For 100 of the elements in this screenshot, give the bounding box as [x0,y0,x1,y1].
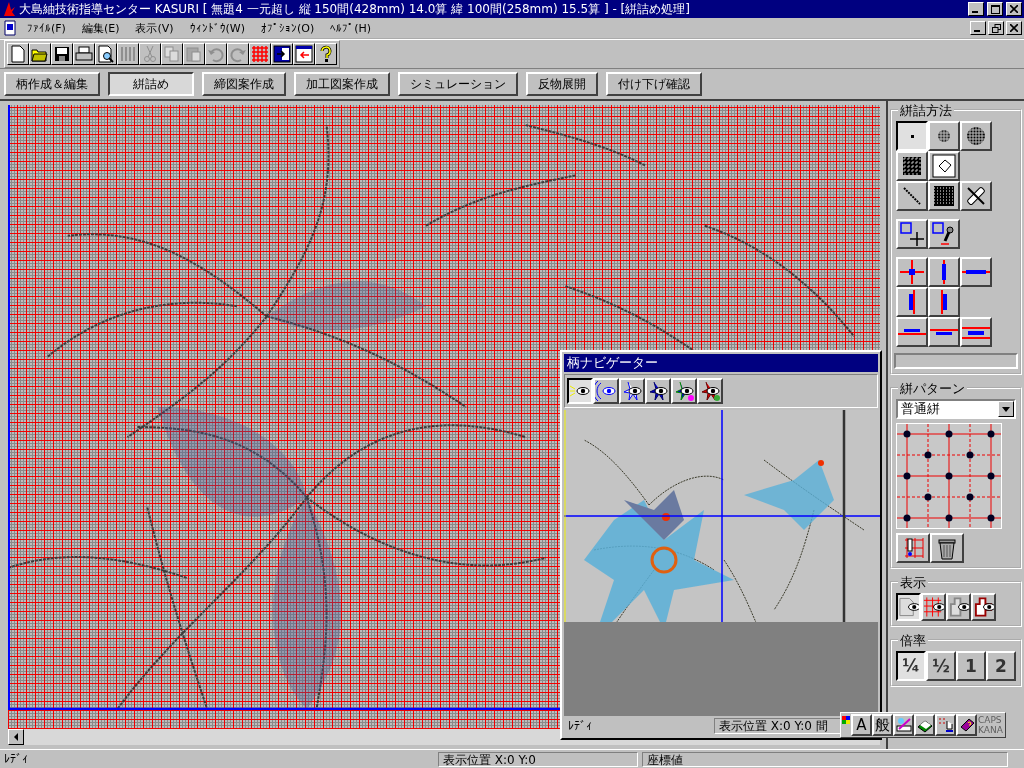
toolbar-button[interactable] [95,43,117,65]
menu-item[interactable]: ｵﾌﾟｼｮﾝ(O) [254,21,322,35]
kana-indicator: KANA [978,725,1003,735]
dropdown-button[interactable] [998,401,1014,417]
zoom-button[interactable]: ¼ [896,651,926,681]
group-title: 絣詰方法 [898,102,954,120]
maximize-icon [990,4,1000,14]
menu-item[interactable]: ｳｨﾝﾄﾞｳ(W) [182,21,253,35]
flower-eye-icon [621,380,643,402]
undo-arrow-icon [207,45,225,63]
menu-item[interactable]: ﾍﾙﾌﾟ(H) [323,21,379,35]
copy-icon [163,45,181,63]
group-title: 倍率 [898,632,928,650]
grid-eye-icon [923,596,944,618]
document-menu-icon [2,20,18,36]
toolbar-button[interactable] [73,43,95,65]
caps-indicator: CAPS [978,715,1003,725]
toolbar-button[interactable] [51,43,73,65]
scroll-left-button[interactable] [8,729,24,745]
frame-move-icon [900,222,924,246]
scissors-icon [141,45,159,63]
vertical-bar-icon [909,290,915,314]
mode-tab[interactable]: 絣詰め [108,72,194,96]
toolbar-button[interactable] [315,43,337,65]
horizontal-bar-icon [962,269,990,275]
flower-eye-icon [647,380,669,402]
outline-eye-icon [948,596,969,618]
navigator-status-text: ﾚﾃﾞｨ [568,719,592,733]
pattern-edit-button[interactable] [896,533,930,563]
minimize-button[interactable] [968,2,984,16]
mode-tab[interactable]: 柄作成＆編集 [4,72,100,96]
grid-icon [251,45,269,63]
close-button[interactable] [1006,21,1022,35]
mode-tab[interactable]: 付け下げ確認 [606,72,702,96]
export-window-icon [295,45,313,63]
restore-button[interactable] [988,21,1004,35]
dotted-circle-icon [964,124,988,148]
menu-item[interactable]: 編集(E) [74,20,127,36]
checker-icon [900,154,924,178]
toolbar-button[interactable] [249,43,271,65]
group-title: 絣パターン [898,380,967,398]
pen-icon [895,717,912,733]
toolbar-button[interactable] [293,43,315,65]
status-coordinates: 座標値 [642,751,1008,767]
mode-tab[interactable]: シミュレーション [398,72,518,96]
group-title: 表示 [898,574,928,592]
frame-stamp-icon [932,222,956,246]
left-arrow-icon [13,733,19,741]
minimize-button[interactable] [970,21,986,35]
toolbar-button[interactable] [7,43,29,65]
eye-icon [595,380,617,402]
zoom-button[interactable]: 2 [986,651,1016,681]
dot-pattern-drawing[interactable] [896,423,1002,529]
close-icon [1010,24,1018,32]
clipboard-icon [185,45,203,63]
flower-eye-icon [673,380,695,402]
mode-tab[interactable]: 加工図案作成 [294,72,390,96]
window-title: 大島紬技術指導センター KASURI [ 無題4 一元超し 縦 150間(428mm) 14.0算 緯 100間(258mm) 15.5算 ] - [絣詰め処理] [19,0,691,18]
display-toggle-button[interactable] [896,593,921,621]
toolbar-button[interactable] [29,43,51,65]
input-mode-button[interactable]: A [851,714,872,736]
mode-tab[interactable]: 反物展開 [526,72,598,96]
navigator-title: 柄ナビゲーター [564,354,878,372]
color-squares-icon [842,716,850,724]
close-button[interactable] [1006,2,1022,16]
zoom-button[interactable]: ½ [926,651,956,681]
menu-item[interactable]: ﾌｧｲﾙ(F) [20,21,73,35]
bars-icon [119,45,137,63]
toolbar-button[interactable] [271,43,293,65]
help-book-icon [958,717,975,733]
zoom-button[interactable]: 1 [956,651,986,681]
hand-pointer-icon [937,717,954,733]
redo-arrow-icon [229,45,247,63]
pattern-dropdown[interactable]: 普通絣 [896,399,1016,419]
app-logo-icon [2,1,16,17]
checker-icon [932,184,956,208]
page-icon [9,45,27,63]
horizontal-bar-icon [898,329,926,335]
status-position: 表示位置 X:0 Y:0 [438,751,638,767]
view-mode-button[interactable] [567,378,593,404]
close-icon [1010,5,1018,13]
status-text: ﾚﾃﾞｨ [3,752,28,766]
vertical-bar-icon [941,290,947,314]
restore-icon [991,23,1001,33]
tool-button[interactable] [896,121,928,151]
delete-button[interactable] [930,533,964,563]
outline-eye-icon [973,596,994,618]
import-window-icon [273,45,291,63]
menu-item[interactable]: 表示(V) [128,20,181,36]
bitmap-eye-icon [898,596,919,618]
horizontal-bar-icon [930,329,958,335]
mode-tab[interactable]: 締図案作成 [202,72,286,96]
maximize-button[interactable] [987,2,1003,16]
pattern-preview-drawing[interactable] [564,410,880,622]
caret-icon [1002,406,1010,412]
vertical-bar-icon [941,260,947,284]
conversion-mode-button[interactable]: 般 [872,714,893,736]
printer-icon [75,45,93,63]
magnifier-page-icon [97,45,115,63]
flower-eye-icon [699,380,721,402]
